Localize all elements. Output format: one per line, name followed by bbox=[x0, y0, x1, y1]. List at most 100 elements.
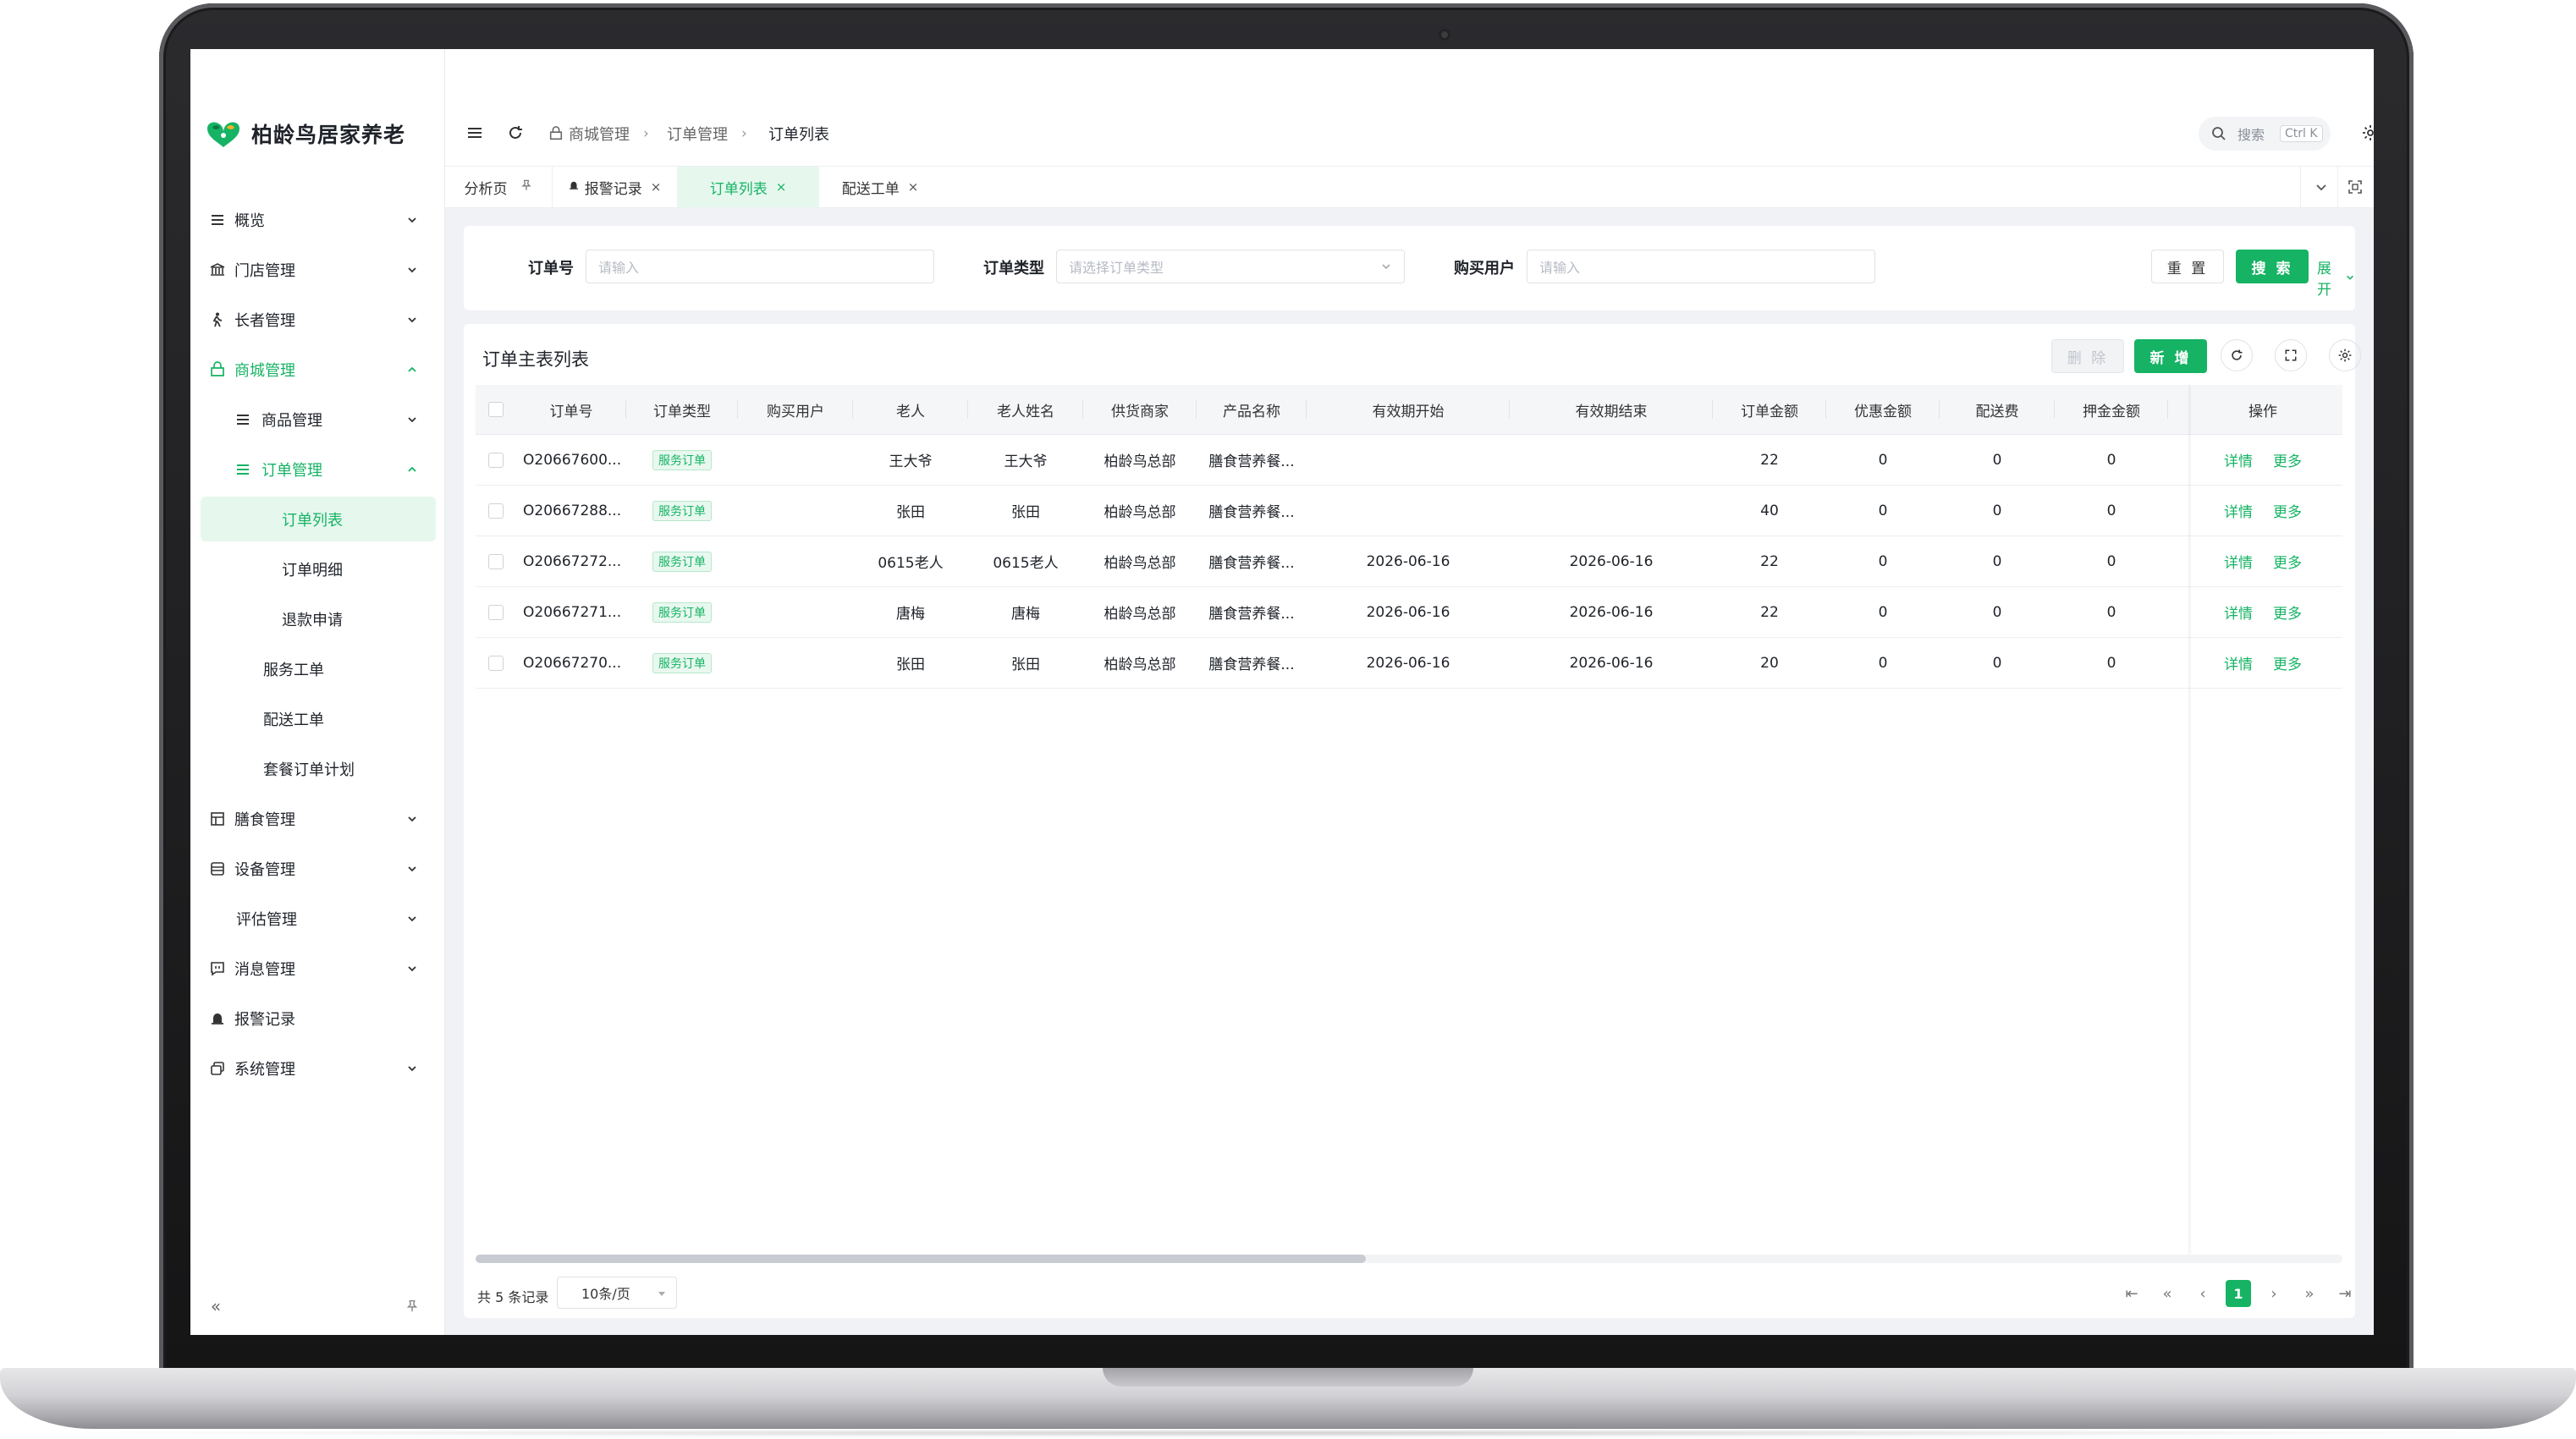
prev-page-icon[interactable]: ‹ bbox=[2190, 1280, 2215, 1307]
prev-jump-icon[interactable]: « bbox=[2155, 1280, 2180, 1307]
tab-order-list[interactable]: 订单列表 × bbox=[677, 167, 819, 207]
more-link[interactable]: 更多 bbox=[2273, 551, 2302, 572]
column-header[interactable]: 老人 bbox=[853, 385, 968, 434]
sidebar-item-package-plan[interactable]: 套餐订单计划 bbox=[190, 744, 444, 794]
first-page-icon[interactable]: ⇤ bbox=[2119, 1280, 2144, 1307]
order-no-input[interactable]: 请输入 bbox=[586, 250, 934, 283]
close-icon[interactable]: × bbox=[908, 179, 919, 195]
table-row[interactable]: O20667271... 服务订单 唐梅 唐梅 柏龄鸟总部 膳食营养餐... 2026-06… bbox=[476, 587, 2342, 638]
column-header[interactable]: 有效期开始 bbox=[1307, 385, 1510, 434]
breadcrumb-item[interactable]: 订单管理 bbox=[667, 124, 728, 144]
row-checkbox[interactable] bbox=[488, 553, 504, 569]
column-header[interactable]: 优惠金额 bbox=[1826, 385, 1940, 434]
expand-toggle[interactable]: 展开 bbox=[2317, 256, 2355, 299]
refresh-icon[interactable] bbox=[2221, 339, 2253, 371]
select-all-checkbox[interactable] bbox=[488, 402, 504, 417]
sidebar-item-mall[interactable]: 商城管理 bbox=[190, 344, 444, 394]
column-header[interactable]: 有效期结束 bbox=[1510, 385, 1713, 434]
buyer-input[interactable]: 请输入 bbox=[1527, 250, 1875, 283]
column-header[interactable]: 购买用户 bbox=[738, 385, 853, 434]
sidebar-item-label: 订单列表 bbox=[282, 511, 343, 530]
column-header[interactable]: 订单金额 bbox=[1713, 385, 1826, 434]
next-page-icon[interactable]: › bbox=[2261, 1280, 2287, 1307]
close-icon[interactable]: × bbox=[776, 179, 787, 195]
sidebar-item-label: 订单管理 bbox=[261, 461, 322, 480]
sidebar-item-service-ticket[interactable]: 服务工单 bbox=[190, 644, 444, 694]
column-header[interactable]: 配送费 bbox=[1940, 385, 2055, 434]
sidebar-item-messages[interactable]: 消息管理 bbox=[190, 943, 444, 993]
sidebar-item-delivery-ticket[interactable]: 配送工单 bbox=[190, 694, 444, 744]
column-header[interactable]: 产品名称 bbox=[1197, 385, 1307, 434]
last-page-icon[interactable]: ⇥ bbox=[2332, 1280, 2358, 1307]
gear-icon[interactable] bbox=[2329, 339, 2361, 371]
more-link[interactable]: 更多 bbox=[2273, 500, 2302, 521]
maximize-icon[interactable] bbox=[2344, 176, 2366, 198]
reset-button[interactable]: 重 置 bbox=[2151, 250, 2224, 283]
pin-icon[interactable] bbox=[402, 1296, 422, 1316]
row-checkbox[interactable] bbox=[488, 503, 504, 519]
sidebar-item-devices[interactable]: 设备管理 bbox=[190, 843, 444, 893]
column-header[interactable]: 订单类型 bbox=[626, 385, 738, 434]
column-header[interactable]: 订单号 bbox=[516, 385, 626, 434]
sidebar-item-refund[interactable]: 退款申请 bbox=[190, 594, 444, 644]
menu-toggle-icon[interactable] bbox=[464, 122, 486, 144]
expand-icon[interactable] bbox=[2275, 339, 2307, 371]
breadcrumb-item[interactable]: 商城管理 bbox=[548, 124, 630, 144]
detail-link[interactable]: 详情 bbox=[2224, 652, 2253, 673]
row-checkbox[interactable] bbox=[488, 604, 504, 620]
chevron-down-icon bbox=[1382, 264, 1390, 270]
brand-logo[interactable]: 柏龄鸟居家养老 bbox=[204, 115, 405, 152]
chevron-down-icon[interactable] bbox=[2310, 176, 2332, 198]
sidebar-item-orders[interactable]: 订单管理 bbox=[190, 444, 444, 494]
sidebar-item-elders[interactable]: 长者管理 bbox=[190, 294, 444, 344]
sidebar: 柏龄鸟居家养老 概览 门店管理 长者管理 商城管理 商品管理 订单管理 订单列表… bbox=[190, 49, 445, 1335]
detail-link[interactable]: 详情 bbox=[2224, 601, 2253, 623]
merchant-cell: 柏龄鸟总部 bbox=[1104, 656, 1176, 673]
buyer-label: 购买用户 bbox=[1454, 260, 1515, 277]
more-link[interactable]: 更多 bbox=[2273, 449, 2302, 470]
search-button[interactable]: 搜 索 bbox=[2236, 250, 2309, 283]
chevron-down-icon bbox=[405, 263, 419, 277]
close-icon[interactable]: × bbox=[651, 179, 662, 195]
column-header[interactable]: 押金金额 bbox=[2055, 385, 2168, 434]
column-header[interactable]: 供货商家 bbox=[1083, 385, 1197, 434]
add-button[interactable]: 新 增 bbox=[2134, 339, 2207, 373]
row-checkbox[interactable] bbox=[488, 452, 504, 468]
sidebar-item-overview[interactable]: 概览 bbox=[190, 195, 444, 244]
collapse-sidebar-icon[interactable]: « bbox=[206, 1296, 226, 1316]
valid-start-cell bbox=[1307, 486, 1510, 536]
pin-icon[interactable] bbox=[520, 179, 533, 196]
table-row[interactable]: O20667270... 服务订单 张田 张田 柏龄鸟总部 膳食营养餐... 2026-06… bbox=[476, 638, 2342, 689]
order-type-select[interactable]: 请选择订单类型 bbox=[1056, 250, 1405, 283]
sidebar-item-order-list[interactable]: 订单列表 bbox=[190, 494, 444, 544]
next-jump-icon[interactable]: » bbox=[2297, 1280, 2322, 1307]
delete-button[interactable]: 删 除 bbox=[2051, 339, 2124, 373]
global-search[interactable]: 搜索 Ctrl K bbox=[2199, 117, 2331, 151]
sidebar-item-order-detail[interactable]: 订单明细 bbox=[190, 544, 444, 594]
tab-delivery-ticket[interactable]: 配送工单 × bbox=[821, 167, 939, 207]
scrollbar-thumb[interactable] bbox=[476, 1255, 1366, 1263]
table-row[interactable]: O20667272... 服务订单 0615老人 0615老人 柏龄鸟总部 膳食营养餐..… bbox=[476, 536, 2342, 587]
horizontal-scrollbar[interactable] bbox=[476, 1255, 2342, 1263]
row-checkbox[interactable] bbox=[488, 655, 504, 671]
table-row[interactable]: O20667288... 服务订单 张田 张田 柏龄鸟总部 膳食营养餐... 40 0 0 0 详情… bbox=[476, 486, 2342, 536]
tab-alarm-records[interactable]: 报警记录 × bbox=[553, 167, 675, 207]
sidebar-item-stores[interactable]: 门店管理 bbox=[190, 244, 444, 294]
sidebar-item-system[interactable]: 系统管理 bbox=[190, 1043, 444, 1093]
detail-link[interactable]: 详情 bbox=[2224, 551, 2253, 572]
more-link[interactable]: 更多 bbox=[2273, 601, 2302, 623]
sidebar-item-assessment[interactable]: 评估管理 bbox=[190, 893, 444, 943]
table-row[interactable]: O20667600... 服务订单 王大爷 王大爷 柏龄鸟总部 膳食营养餐... 22 0 0 0… bbox=[476, 435, 2342, 486]
sidebar-item-products[interactable]: 商品管理 bbox=[190, 394, 444, 444]
gear-icon[interactable] bbox=[2359, 122, 2374, 144]
detail-link[interactable]: 详情 bbox=[2224, 500, 2253, 521]
refresh-icon[interactable] bbox=[504, 122, 526, 144]
page-size-select[interactable]: 10条/页 bbox=[557, 1277, 677, 1309]
more-link[interactable]: 更多 bbox=[2273, 652, 2302, 673]
sidebar-item-meals[interactable]: 膳食管理 bbox=[190, 794, 444, 843]
sidebar-item-alarms[interactable]: 报警记录 bbox=[190, 993, 444, 1043]
page-number-current[interactable]: 1 bbox=[2226, 1280, 2251, 1307]
column-header[interactable]: 老人姓名 bbox=[968, 385, 1083, 434]
detail-link[interactable]: 详情 bbox=[2224, 449, 2253, 470]
tab-analysis[interactable]: 分析页 bbox=[445, 167, 552, 207]
